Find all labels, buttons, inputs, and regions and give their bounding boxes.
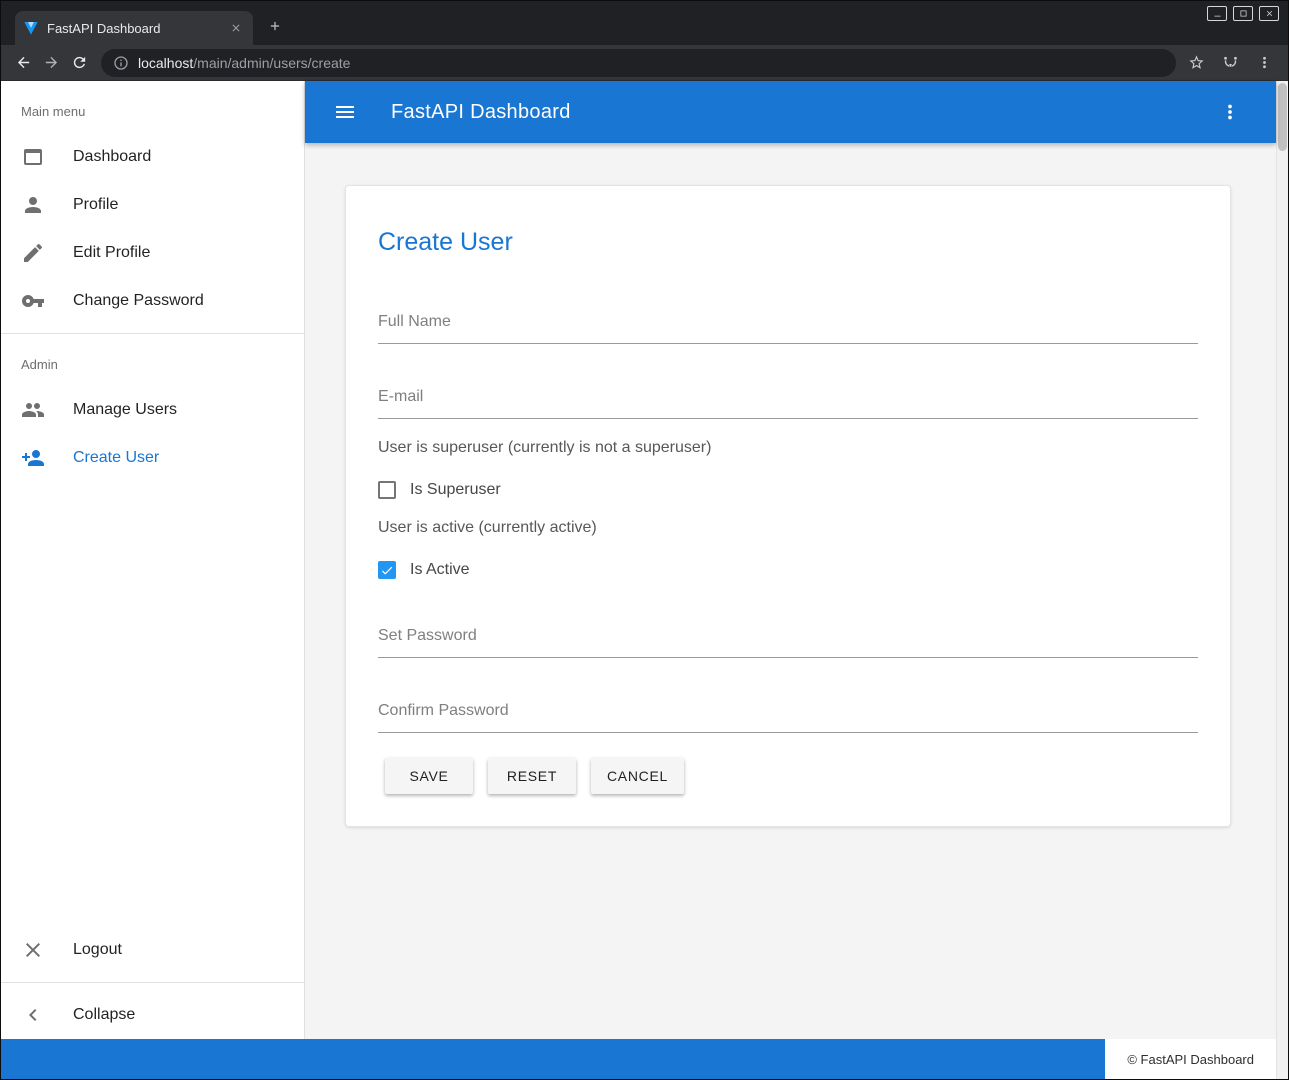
form-buttons: SAVE RESET CANCEL (385, 758, 1198, 794)
sidebar-spacer (1, 482, 304, 926)
sidebar: Main menu Dashboard Profile (1, 81, 305, 1039)
person-add-icon (21, 446, 45, 470)
person-icon (21, 193, 45, 217)
logout-close-icon (21, 938, 45, 962)
checkbox-label: Is Active (410, 561, 470, 579)
browser-menu-dots-icon[interactable] (1252, 51, 1276, 75)
page-scrollbar[interactable] (1276, 81, 1288, 1079)
hamburger-menu-icon[interactable] (327, 94, 363, 130)
checkbox-label: Is Superuser (410, 481, 501, 499)
maximize-button[interactable] (1233, 6, 1253, 21)
superuser-hint: User is superuser (currently is not a su… (378, 439, 1198, 457)
page-body: Create User User is superuser (currently… (305, 143, 1276, 1039)
email-field-wrap (378, 386, 1198, 419)
browser-tab[interactable]: FastAPI Dashboard (15, 11, 253, 45)
forward-icon[interactable] (37, 49, 65, 77)
browser-toolbar: localhost/main/admin/users/create (1, 45, 1288, 81)
window-controls (1207, 6, 1279, 21)
create-user-card: Create User User is superuser (currently… (345, 185, 1231, 827)
save-button[interactable]: SAVE (385, 758, 473, 794)
sidebar-item-collapse[interactable]: Collapse (1, 991, 304, 1039)
copyright: © FastAPI Dashboard (1105, 1039, 1276, 1079)
content-left: Main menu Dashboard Profile (1, 81, 1276, 1079)
toolbar-right-icons (1184, 51, 1276, 75)
sidebar-item-label: Manage Users (73, 401, 177, 419)
appbar-menu-dots-icon[interactable] (1212, 94, 1248, 130)
sidebar-item-change-password[interactable]: Change Password (1, 277, 304, 325)
sidebar-heading-admin: Admin (1, 342, 304, 386)
scrollbar-thumb[interactable] (1278, 83, 1287, 151)
confirm-password-field-wrap (378, 700, 1198, 733)
sidebar-item-label: Profile (73, 196, 118, 214)
address-bar[interactable]: localhost/main/admin/users/create (101, 49, 1176, 77)
web-content: Main menu Dashboard Profile (1, 81, 1288, 1079)
sidebar-item-profile[interactable]: Profile (1, 181, 304, 229)
app-bar: FastAPI Dashboard (305, 81, 1276, 143)
sidebar-item-dashboard[interactable]: Dashboard (1, 133, 304, 181)
new-tab-button[interactable] (261, 12, 289, 40)
sidebar-item-logout[interactable]: Logout (1, 926, 304, 974)
sidebar-item-label: Change Password (73, 292, 204, 310)
email-input[interactable] (378, 386, 1198, 408)
app-footer: © FastAPI Dashboard (1, 1039, 1276, 1079)
checkbox-unchecked-icon[interactable] (378, 481, 396, 499)
tab-close-icon[interactable] (227, 19, 245, 37)
confirm-password-input[interactable] (378, 700, 1198, 722)
back-icon[interactable] (9, 49, 37, 77)
main-area: FastAPI Dashboard Create User (305, 81, 1276, 1039)
dashboard-icon (21, 145, 45, 169)
sidebar-item-label: Collapse (73, 1006, 135, 1024)
checkbox-checked-icon[interactable] (378, 561, 396, 579)
sidebar-heading-main-menu: Main menu (1, 89, 304, 133)
sidebar-divider (1, 333, 304, 334)
reload-icon[interactable] (65, 49, 93, 77)
full-name-input[interactable] (378, 311, 1198, 333)
key-icon (21, 289, 45, 313)
active-hint: User is active (currently active) (378, 519, 1198, 537)
minimize-button[interactable] (1207, 6, 1227, 21)
appbar-title: FastAPI Dashboard (391, 101, 571, 124)
page-title: Create User (378, 228, 1198, 257)
full-name-field-wrap (378, 311, 1198, 344)
site-info-icon[interactable] (113, 55, 129, 71)
vuetify-favicon-icon (23, 20, 39, 36)
sidebar-item-label: Logout (73, 941, 122, 959)
url-host: localhost (138, 55, 193, 71)
tab-title: FastAPI Dashboard (47, 21, 227, 36)
reset-button[interactable]: RESET (488, 758, 576, 794)
sidebar-item-label: Create User (73, 449, 159, 467)
sidebar-item-edit-profile[interactable]: Edit Profile (1, 229, 304, 277)
sidebar-divider (1, 982, 304, 983)
is-superuser-checkbox[interactable]: Is Superuser (378, 481, 1198, 499)
body-row: Main menu Dashboard Profile (1, 81, 1276, 1039)
bookmark-star-icon[interactable] (1184, 51, 1208, 75)
is-active-checkbox[interactable]: Is Active (378, 561, 1198, 579)
sidebar-item-create-user[interactable]: Create User (1, 434, 304, 482)
set-password-field-wrap (378, 625, 1198, 658)
pencil-icon (21, 241, 45, 265)
chevron-left-icon (21, 1003, 45, 1027)
browser-tab-strip: FastAPI Dashboard (1, 1, 1288, 45)
url-path: /main/admin/users/create (193, 55, 350, 71)
extension-icon[interactable] (1218, 51, 1242, 75)
sidebar-item-label: Edit Profile (73, 244, 150, 262)
browser-window: FastAPI Dashboard (0, 0, 1289, 1080)
close-window-button[interactable] (1259, 6, 1279, 21)
cancel-button[interactable]: CANCEL (591, 758, 684, 794)
set-password-input[interactable] (378, 625, 1198, 647)
sidebar-item-label: Dashboard (73, 148, 151, 166)
sidebar-item-manage-users[interactable]: Manage Users (1, 386, 304, 434)
people-icon (21, 398, 45, 422)
